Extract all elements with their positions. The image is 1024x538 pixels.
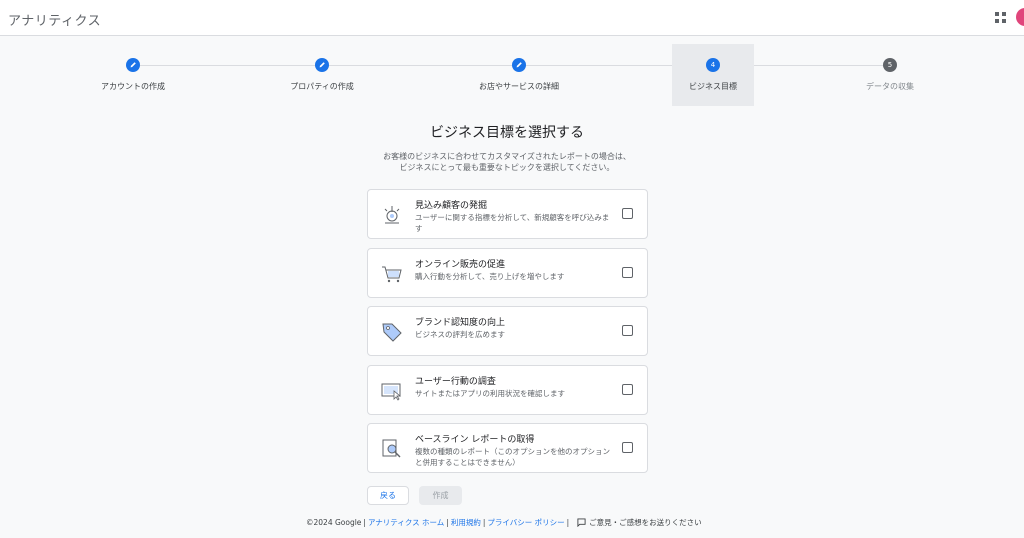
step-number: 5 — [883, 58, 897, 72]
edit-pencil-icon — [126, 58, 140, 72]
report-search-icon — [380, 437, 404, 461]
step-number: 4 — [706, 58, 720, 72]
create-button[interactable]: 作成 — [419, 486, 462, 505]
footer: ©2024 Google | アナリティクス ホーム | 利用規約 | プライバ… — [306, 517, 702, 528]
feedback-link[interactable]: ご意見・ご感想をお送りください — [589, 517, 702, 528]
option-title: ベースライン レポートの取得 — [415, 435, 535, 445]
tag-icon — [380, 320, 404, 344]
divider: | — [482, 518, 486, 527]
option-card-brand-awareness[interactable]: ブランド認知度の向上 ビジネスの評判を広めます — [367, 306, 648, 356]
step-label: アカウントの作成 — [101, 82, 165, 91]
setup-stepper: アカウントの作成 プロパティの作成 お店やサービスの詳細 4 ビジネス目標 5 … — [0, 44, 1024, 106]
divider: | — [363, 518, 366, 527]
step-business-objectives: 4 ビジネス目標 — [672, 44, 754, 106]
page-description-line-1: お客様のビジネスに合わせてカスタマイズされたレポートの場合は、 — [383, 152, 631, 161]
divider: | — [566, 518, 570, 527]
page-description-line-2: ビジネスにとって最も重要なトピックを選択してください。 — [399, 163, 615, 172]
option-card-online-sales[interactable]: オンライン販売の促進 購入行動を分析して、売り上げを増やします — [367, 248, 648, 298]
app-title: アナリティクス — [8, 14, 102, 29]
step-data-collection: 5 データの収集 — [820, 44, 960, 106]
privacy-policy-link[interactable]: プライバシー ポリシー — [487, 517, 564, 528]
edit-pencil-icon — [512, 58, 526, 72]
option-card-baseline-reports[interactable]: ベースライン レポートの取得 複数の種類のレポート（このオプションを他のオプショ… — [367, 423, 648, 473]
option-checkbox[interactable] — [622, 325, 633, 336]
step-label: データの収集 — [866, 82, 914, 91]
edit-pencil-icon — [315, 58, 329, 72]
option-card-leads[interactable]: 見込み顧客の発掘 ユーザーに関する指標を分析して、新規顧客を呼び込みます — [367, 189, 648, 239]
leads-icon — [380, 203, 404, 227]
cart-icon — [380, 262, 404, 286]
step-label: ビジネス目標 — [689, 82, 737, 91]
option-title: ユーザー行動の調査 — [415, 377, 496, 387]
avatar[interactable] — [1016, 8, 1024, 26]
option-checkbox[interactable] — [622, 267, 633, 278]
option-title: 見込み顧客の発掘 — [415, 201, 488, 211]
step-account: アカウントの作成 — [63, 44, 203, 106]
option-checkbox[interactable] — [622, 208, 633, 219]
step-business-details: お店やサービスの詳細 — [449, 44, 589, 106]
option-title: オンライン販売の促進 — [415, 260, 506, 270]
step-property: プロパティの作成 — [252, 44, 392, 106]
option-checkbox[interactable] — [622, 384, 633, 395]
top-bar: アナリティクス — [0, 0, 1024, 36]
divider: | — [446, 518, 449, 527]
step-label: プロパティの作成 — [290, 82, 354, 91]
option-subtitle: 複数の種類のレポート（このオプションを他のオプションと併用することはできません） — [415, 447, 610, 467]
feedback-icon[interactable] — [577, 518, 586, 527]
page-title: ビジネス目標を選択する — [430, 125, 584, 141]
option-subtitle: ビジネスの評判を広めます — [415, 330, 505, 339]
back-button[interactable]: 戻る — [367, 486, 409, 505]
analytics-home-link[interactable]: アナリティクス ホーム — [368, 517, 444, 528]
copyright: ©2024 Google — [306, 518, 362, 527]
option-subtitle: サイトまたはアプリの利用状況を確認します — [415, 389, 565, 398]
option-subtitle: 購入行動を分析して、売り上げを増やします — [415, 272, 565, 281]
terms-link[interactable]: 利用規約 — [451, 517, 481, 528]
screen-cursor-icon — [380, 379, 404, 403]
option-subtitle: ユーザーに関する指標を分析して、新規顧客を呼び込みます — [415, 213, 610, 233]
option-title: ブランド認知度の向上 — [415, 318, 506, 328]
step-label: お店やサービスの詳細 — [479, 82, 559, 91]
option-card-user-behavior[interactable]: ユーザー行動の調査 サイトまたはアプリの利用状況を確認します — [367, 365, 648, 415]
apps-grid-icon[interactable] — [995, 12, 1006, 23]
option-checkbox[interactable] — [622, 442, 633, 453]
